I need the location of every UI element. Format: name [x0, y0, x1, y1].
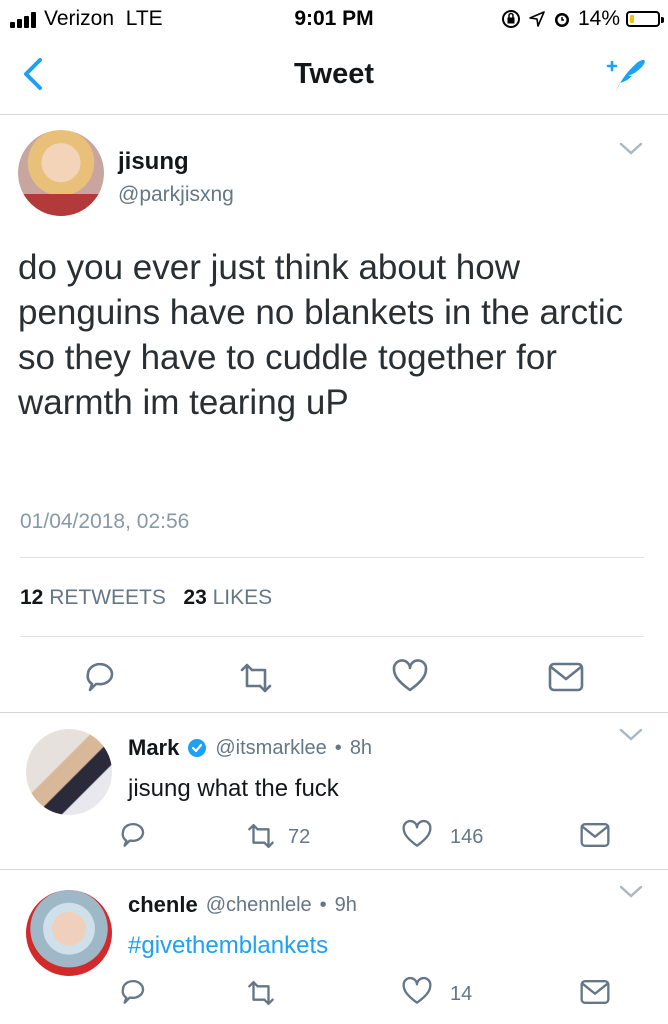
like-icon[interactable] — [400, 976, 434, 1006]
retweet-icon[interactable] — [244, 978, 278, 1008]
chevron-down-icon[interactable] — [618, 884, 644, 900]
author-name[interactable]: jisung — [118, 148, 189, 176]
like-icon[interactable] — [400, 819, 434, 849]
reply-author-name[interactable]: chenle — [128, 892, 198, 918]
status-right: 14% — [500, 7, 664, 31]
reply-hashtag[interactable]: #givethemblankets — [128, 932, 328, 960]
compose-tweet-icon[interactable] — [594, 52, 648, 96]
engagement-counts: 12 RETWEETS 23 LIKES — [20, 586, 272, 610]
retweet-icon[interactable] — [244, 821, 278, 851]
chevron-down-icon[interactable] — [618, 727, 644, 743]
reply-avatar[interactable] — [26, 729, 112, 815]
retweet-icon[interactable] — [236, 660, 276, 696]
navigation-bar: Tweet — [0, 38, 668, 115]
separator-dot: • — [334, 736, 342, 759]
page-title: Tweet — [293, 58, 375, 90]
direct-message-icon[interactable] — [546, 659, 586, 695]
reply-author-handle[interactable]: @itsmarklee — [215, 737, 326, 760]
orientation-lock-icon — [501, 10, 520, 28]
separator-dot: • — [319, 893, 327, 916]
reply-icon[interactable] — [80, 658, 120, 694]
like-icon[interactable] — [390, 658, 430, 694]
location-icon — [529, 11, 545, 27]
divider — [20, 557, 644, 558]
alarm-icon — [554, 13, 569, 27]
reply-like-count: 14 — [450, 983, 473, 1005]
reply-icon[interactable] — [116, 976, 150, 1006]
battery-percent: 14% — [577, 7, 620, 30]
chevron-down-icon[interactable] — [618, 141, 644, 157]
divider — [20, 636, 644, 637]
reply-retweet-count: 72 — [288, 826, 311, 848]
reply-author-name[interactable]: Mark — [128, 735, 179, 761]
like-count[interactable]: 23 LIKES — [183, 586, 272, 609]
reply-time: 8h — [349, 736, 373, 759]
verified-icon — [188, 739, 207, 757]
battery-icon — [626, 11, 664, 27]
author-handle[interactable]: @parkjisxng — [118, 183, 234, 207]
reply-icon[interactable] — [116, 819, 150, 849]
tweet-text: do you ever just think about how penguin… — [18, 248, 624, 422]
reply-like-count: 146 — [450, 826, 484, 848]
reply-author-handle[interactable]: @chennlele — [206, 894, 312, 917]
status-bar: Verizon LTE 9:01 PM 14% — [0, 0, 668, 38]
reply-item[interactable]: chenle @chennlele • 9h #givethemblankets… — [0, 870, 668, 1024]
retweet-count[interactable]: 12 RETWEETS — [20, 586, 166, 609]
author-avatar[interactable] — [18, 130, 104, 216]
direct-message-icon[interactable] — [578, 977, 612, 1007]
reply-avatar[interactable] — [26, 890, 112, 976]
reply-text: jisung what the fuck — [128, 775, 339, 802]
tweet-timestamp: 01/04/2018, 02:56 — [20, 510, 190, 533]
reply-item[interactable]: Mark @itsmarklee • 8h jisung what the fu… — [0, 713, 668, 869]
reply-time: 9h — [334, 893, 357, 916]
direct-message-icon[interactable] — [578, 820, 612, 850]
